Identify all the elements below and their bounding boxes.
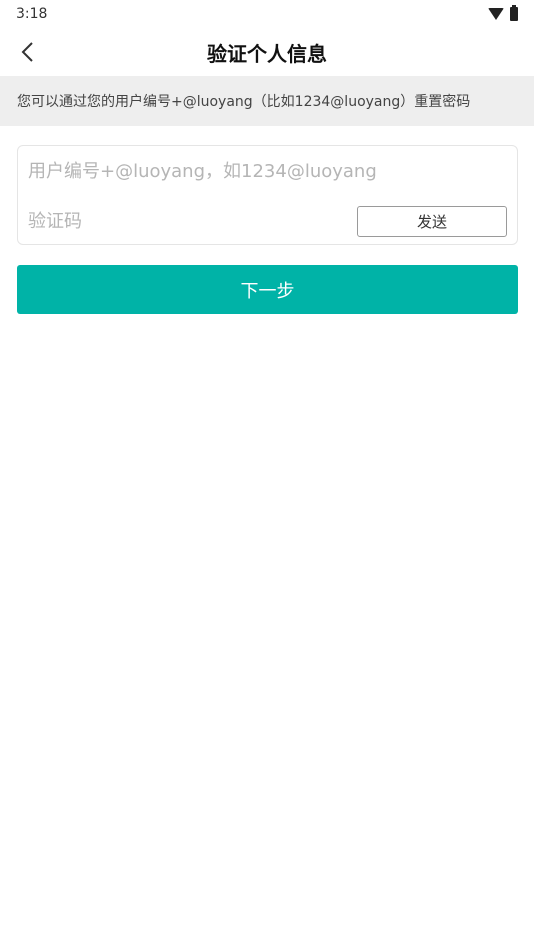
status-icons bbox=[488, 5, 518, 21]
verification-code-input[interactable] bbox=[28, 201, 357, 241]
status-bar: 3:18 bbox=[0, 0, 534, 28]
page-title: 验证个人信息 bbox=[207, 41, 327, 66]
hint-text: 您可以通过您的用户编号+@luoyang（比如1234@luoyang）重置密码 bbox=[17, 94, 471, 110]
form-card: 发送 bbox=[17, 145, 518, 245]
battery-icon bbox=[510, 5, 518, 21]
username-row bbox=[18, 146, 517, 196]
nav-bar: 验证个人信息 bbox=[0, 28, 534, 76]
status-time: 3:18 bbox=[16, 6, 48, 22]
next-step-button[interactable]: 下一步 bbox=[17, 265, 518, 314]
back-button[interactable] bbox=[10, 34, 46, 70]
username-input[interactable] bbox=[28, 151, 507, 191]
chevron-left-icon bbox=[21, 42, 33, 62]
wifi-icon bbox=[488, 8, 504, 20]
hint-banner: 您可以通过您的用户编号+@luoyang（比如1234@luoyang）重置密码 bbox=[0, 76, 534, 126]
code-row: 发送 bbox=[18, 196, 517, 246]
send-code-button[interactable]: 发送 bbox=[357, 205, 507, 237]
